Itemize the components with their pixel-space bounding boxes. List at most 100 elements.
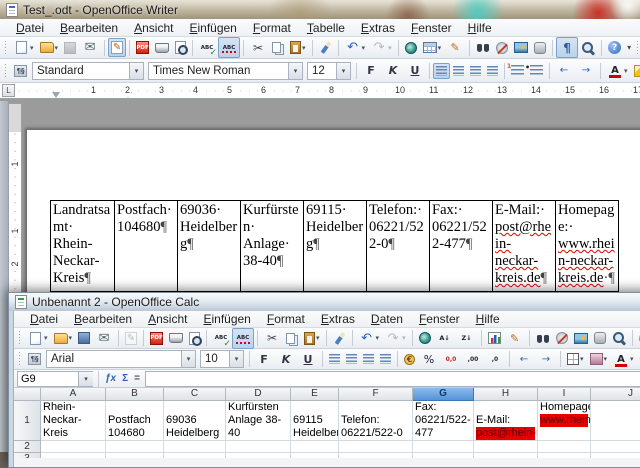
toolbar-grip[interactable] (18, 351, 23, 367)
table-cell[interactable]: Homepage:·​www.rhein-​neckar-​kreis.de·¶ (555, 201, 618, 291)
redo-button[interactable]: ↷▾ (382, 328, 409, 349)
cell-i2[interactable] (538, 441, 591, 453)
chevron-down-icon[interactable]: ▾ (69, 334, 73, 342)
chevron-down-icon[interactable]: ▾ (362, 44, 366, 52)
menu-daten[interactable]: Daten (363, 311, 411, 327)
table-cell[interactable]: E-Mail:·​post@rhein-​neckar-​kreis.de¶ (492, 201, 555, 291)
menu-ansicht[interactable]: Ansicht (140, 311, 195, 327)
decrease-indent-button[interactable]: ← (553, 60, 575, 81)
column-header-c[interactable]: C (164, 388, 226, 401)
name-box[interactable] (17, 371, 79, 387)
find-replace-button[interactable] (533, 330, 553, 347)
navigator-button[interactable] (493, 39, 511, 57)
export-pdf-button[interactable]: PDF (147, 329, 166, 348)
cell-a3[interactable] (41, 453, 106, 458)
row-header-3[interactable]: 3 (14, 453, 41, 458)
sort-ascending-button[interactable]: A↓ (434, 328, 456, 349)
toolbar-grip[interactable] (4, 63, 9, 79)
menu-hilfe[interactable]: Hilfe (460, 20, 500, 36)
cell-f2[interactable] (339, 441, 413, 453)
function-wizard-button[interactable]: ƒx (102, 373, 119, 384)
column-header-d[interactable]: D (226, 388, 291, 401)
open-button[interactable]: ▾ (37, 39, 62, 56)
menu-ansicht[interactable]: Ansicht (126, 20, 181, 36)
save-button[interactable] (75, 329, 93, 347)
chevron-down-icon[interactable]: ▾ (55, 44, 59, 52)
print-button[interactable] (152, 40, 172, 56)
highlighting-button[interactable]: ▾ (631, 62, 640, 80)
table-cell[interactable]: Postfach·​104680¶ (114, 201, 177, 291)
table-cell[interactable]: Kurfürsten·​Anlage·​38-40¶ (240, 201, 303, 291)
paragraph-style-combo[interactable]: Standard▾ (32, 62, 144, 80)
chevron-down-icon[interactable]: ▾ (336, 63, 350, 79)
print-button[interactable] (166, 330, 186, 346)
format-paintbrush-button[interactable] (316, 38, 335, 57)
edit-file-button[interactable]: ✎ (108, 38, 126, 57)
menu-extras[interactable]: Extras (353, 20, 403, 36)
spellcheck-button[interactable]: ABC (196, 37, 218, 58)
column-header-h[interactable]: H (474, 388, 538, 401)
cell-i1[interactable]: Homepage:www.rhein-nec (538, 401, 591, 441)
cell-c3[interactable] (164, 453, 226, 458)
new-document-button[interactable]: ▾ (11, 38, 37, 57)
email-document-button[interactable]: ✉ (93, 328, 115, 349)
zoom-button[interactable] (609, 328, 629, 348)
sum-button[interactable]: Σ (119, 373, 131, 384)
undo-button[interactable]: ↶▾ (356, 328, 383, 349)
chevron-down-icon[interactable]: ▾ (181, 351, 195, 367)
menu-fenster[interactable]: Fenster (403, 20, 460, 36)
cell-g3[interactable] (413, 453, 474, 458)
chevron-down-icon[interactable]: ▾ (438, 44, 442, 52)
cell-h2[interactable] (474, 441, 538, 453)
data-sources-button[interactable] (531, 39, 549, 57)
increase-indent-button[interactable]: → (575, 60, 597, 81)
align-center-button[interactable] (450, 63, 467, 79)
toolbar-grip[interactable] (18, 330, 23, 346)
menu-bearbeiten[interactable]: Bearbeiten (66, 311, 140, 327)
hyperlink-button[interactable] (416, 329, 434, 347)
font-size-combo[interactable]: 10▾ (200, 350, 244, 368)
new-document-button[interactable]: ▾ (25, 329, 51, 348)
cell-j1[interactable] (591, 401, 640, 441)
align-justify-button[interactable] (484, 63, 501, 79)
cell-e2[interactable] (291, 441, 339, 453)
underline-button[interactable]: U (404, 60, 426, 81)
cut-button[interactable]: ✂ (247, 37, 269, 58)
column-header-e[interactable]: E (291, 388, 339, 401)
cell-j2[interactable] (591, 441, 640, 453)
redo-button[interactable]: ↷▾ (368, 37, 395, 58)
menu-extras[interactable]: Extras (313, 311, 363, 327)
export-pdf-button[interactable]: PDF (133, 38, 152, 57)
toolbar-grip[interactable] (636, 40, 640, 56)
font-name-combo[interactable]: Times New Roman▾ (148, 62, 303, 80)
cut-button[interactable]: ✂ (261, 328, 283, 349)
column-header-a[interactable]: A (41, 388, 106, 401)
menu-datei[interactable]: Datei (22, 311, 66, 327)
align-right-button[interactable] (467, 63, 484, 79)
column-header-b[interactable]: B (106, 388, 164, 401)
increase-indent-button[interactable]: → (535, 349, 557, 370)
table-cell[interactable]: 69115·​Heidelberg¶ (303, 201, 366, 291)
chevron-down-icon[interactable]: ▾ (302, 44, 306, 52)
zoom-button[interactable] (578, 38, 598, 58)
chevron-down-icon[interactable]: ▾ (630, 355, 634, 363)
cell-f1[interactable]: Telefon: 06221/522-0 (339, 401, 413, 441)
chevron-down-icon[interactable]: ▾ (129, 63, 143, 79)
chevron-down-icon[interactable]: ▾ (624, 67, 628, 75)
borders-button[interactable]: ▾ (564, 350, 587, 368)
chevron-down-icon[interactable]: ▾ (580, 355, 584, 363)
undo-button[interactable]: ↶▾ (342, 37, 369, 58)
cell-g2[interactable] (413, 441, 474, 453)
auto-spellcheck-button[interactable]: ABC (232, 328, 254, 349)
chevron-down-icon[interactable]: ▾ (388, 44, 392, 52)
navigator-button[interactable] (553, 329, 571, 347)
cell-d1[interactable]: Kurfürsten Anlage 38-40 (226, 401, 291, 441)
currency-format-button[interactable]: € (401, 351, 418, 368)
cell-d3[interactable] (226, 453, 291, 458)
styles-window-button[interactable]: ¶§ (11, 62, 30, 80)
page-preview-button[interactable] (172, 38, 189, 57)
background-color-button[interactable]: ▾ (587, 350, 611, 368)
cell-j3[interactable] (591, 453, 640, 458)
menu-einfuegen[interactable]: Einfügen (181, 20, 244, 36)
insert-table-button[interactable]: ▾ (420, 39, 445, 56)
